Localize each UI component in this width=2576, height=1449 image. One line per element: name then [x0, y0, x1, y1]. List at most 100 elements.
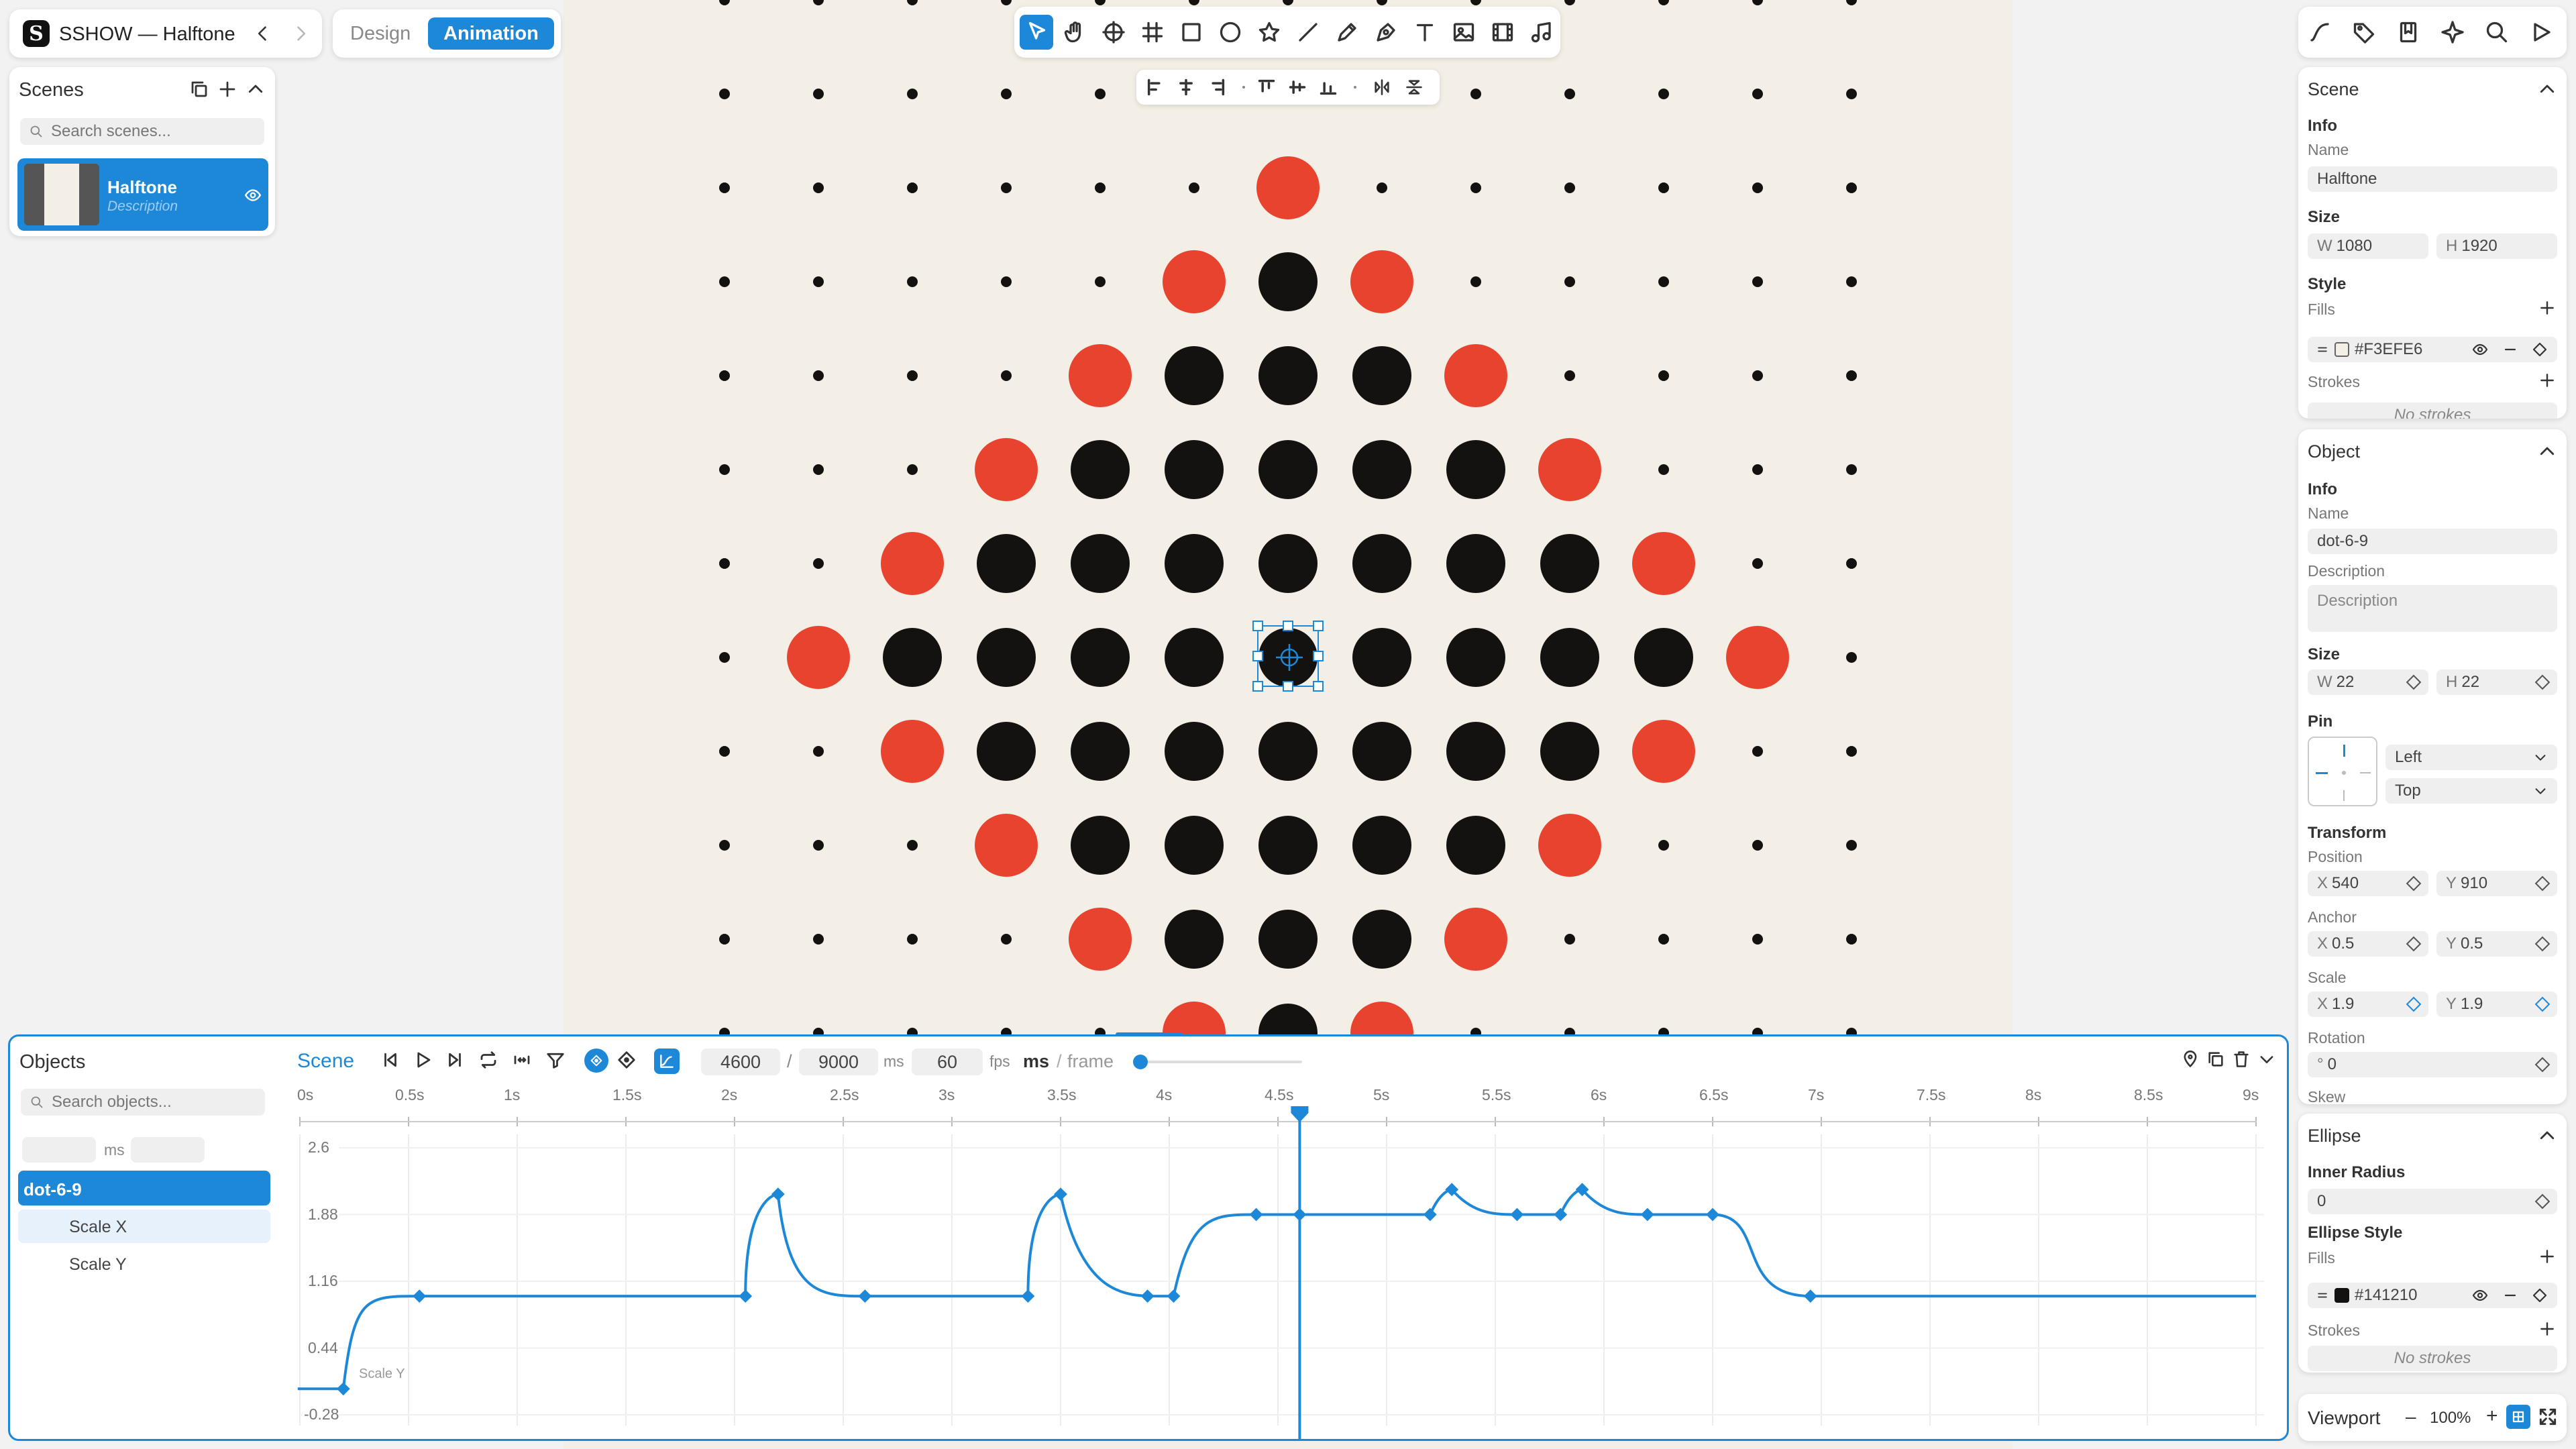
small-dot[interactable] [1564, 182, 1575, 193]
black-dot[interactable] [1258, 440, 1318, 499]
curve-icon[interactable] [2308, 20, 2332, 44]
keyframe-point[interactable] [1249, 1208, 1263, 1222]
play-preview-icon[interactable] [2529, 20, 2553, 44]
small-dot[interactable] [1564, 0, 1575, 5]
small-dot[interactable] [1189, 0, 1199, 5]
keyframe-point[interactable] [336, 1382, 350, 1396]
library-icon[interactable] [2396, 20, 2420, 44]
object-description-input[interactable]: Description [2308, 585, 2557, 632]
search-icon[interactable] [2485, 20, 2509, 44]
small-dot[interactable] [1658, 464, 1669, 475]
small-dot[interactable] [1846, 934, 1857, 945]
keyframe-point[interactable] [1423, 1208, 1437, 1222]
fit-grid-icon[interactable] [2506, 1405, 2530, 1429]
small-dot[interactable] [1846, 182, 1857, 193]
small-dot[interactable] [719, 652, 730, 663]
keyframe-point[interactable] [858, 1289, 872, 1303]
drag-handle-icon[interactable] [2316, 343, 2329, 356]
black-dot[interactable] [1071, 534, 1130, 593]
red-dot[interactable] [975, 814, 1038, 877]
red-dot[interactable] [881, 720, 944, 783]
red-dot[interactable] [1632, 532, 1695, 595]
small-dot[interactable] [1001, 934, 1012, 945]
red-dot[interactable] [1069, 344, 1132, 407]
ellipse-tool-icon[interactable] [1218, 20, 1242, 44]
zoom-level[interactable]: 100% [2430, 1409, 2471, 1428]
red-dot[interactable] [1726, 626, 1789, 689]
image-tool-icon[interactable] [1452, 20, 1476, 44]
black-dot[interactable] [1540, 628, 1599, 687]
black-dot[interactable] [1446, 534, 1505, 593]
keyframe-point[interactable] [739, 1289, 753, 1303]
pencil-tool-icon[interactable] [1335, 20, 1359, 44]
small-dot[interactable] [1095, 182, 1106, 193]
red-dot[interactable] [1069, 908, 1132, 971]
hand-tool-icon[interactable] [1063, 20, 1087, 44]
small-dot[interactable] [907, 370, 918, 381]
rotation-input[interactable]: ° 0 [2308, 1052, 2557, 1077]
black-dot[interactable] [1352, 346, 1411, 405]
small-dot[interactable] [1095, 0, 1106, 5]
small-dot[interactable] [1846, 276, 1857, 287]
small-dot[interactable] [719, 746, 730, 757]
small-dot[interactable] [1001, 182, 1012, 193]
small-dot[interactable] [1846, 558, 1857, 569]
small-dot[interactable] [1658, 934, 1669, 945]
small-dot[interactable] [719, 934, 730, 945]
keyframe-point[interactable] [1054, 1187, 1067, 1201]
small-dot[interactable] [1846, 746, 1857, 757]
small-dot[interactable] [1001, 370, 1012, 381]
small-dot[interactable] [1001, 276, 1012, 287]
pen-tool-icon[interactable] [1374, 20, 1398, 44]
black-dot[interactable] [1352, 816, 1411, 875]
remove-fill-icon[interactable] [2502, 1287, 2518, 1303]
small-dot[interactable] [1846, 464, 1857, 475]
small-dot[interactable] [719, 370, 730, 381]
small-dot[interactable] [1658, 182, 1669, 193]
black-dot[interactable] [1165, 910, 1224, 969]
align-top-icon[interactable] [1257, 78, 1276, 97]
red-dot[interactable] [1538, 814, 1601, 877]
red-dot[interactable] [1538, 438, 1601, 501]
red-dot[interactable] [787, 626, 850, 689]
small-dot[interactable] [907, 934, 918, 945]
small-dot[interactable] [813, 840, 824, 851]
scene-item-halftone[interactable]: Halftone Description [17, 158, 268, 231]
small-dot[interactable] [813, 89, 824, 99]
pin-horizontal-select[interactable]: Left [2385, 745, 2557, 770]
small-dot[interactable] [907, 464, 918, 475]
black-dot[interactable] [1258, 910, 1318, 969]
eye-icon[interactable] [2471, 341, 2489, 358]
small-dot[interactable] [719, 840, 730, 851]
inner-radius-input[interactable]: 0 [2308, 1189, 2557, 1214]
fill-color-swatch[interactable] [2334, 342, 2349, 357]
black-dot[interactable] [1071, 722, 1130, 781]
black-dot[interactable] [1165, 346, 1224, 405]
small-dot[interactable] [719, 276, 730, 287]
small-dot[interactable] [1846, 652, 1857, 663]
small-dot[interactable] [1658, 89, 1669, 99]
small-dot[interactable] [907, 840, 918, 851]
black-dot[interactable] [1258, 252, 1318, 311]
small-dot[interactable] [1564, 934, 1575, 945]
small-dot[interactable] [1658, 840, 1669, 851]
black-dot[interactable] [1352, 440, 1411, 499]
red-dot[interactable] [975, 438, 1038, 501]
small-dot[interactable] [1752, 746, 1763, 757]
pin-vertical-select[interactable]: Top [2385, 778, 2557, 804]
small-dot[interactable] [1752, 370, 1763, 381]
video-tool-icon[interactable] [1491, 20, 1515, 44]
keyframe-point[interactable] [1706, 1208, 1719, 1222]
scene-height-input[interactable]: H 1920 [2436, 233, 2557, 259]
small-dot[interactable] [813, 558, 824, 569]
add-scene-icon[interactable] [217, 79, 237, 99]
red-dot[interactable] [1444, 908, 1507, 971]
keyframe-point[interactable] [1510, 1208, 1524, 1222]
small-dot[interactable] [1001, 0, 1012, 5]
keyframe-diamond-icon[interactable] [2532, 341, 2548, 358]
small-dot[interactable] [1752, 0, 1763, 5]
keyframe-point[interactable] [1021, 1289, 1035, 1303]
black-dot[interactable] [1352, 628, 1411, 687]
forward-arrow-icon[interactable] [291, 24, 310, 43]
keyframe-point[interactable] [1554, 1208, 1568, 1222]
